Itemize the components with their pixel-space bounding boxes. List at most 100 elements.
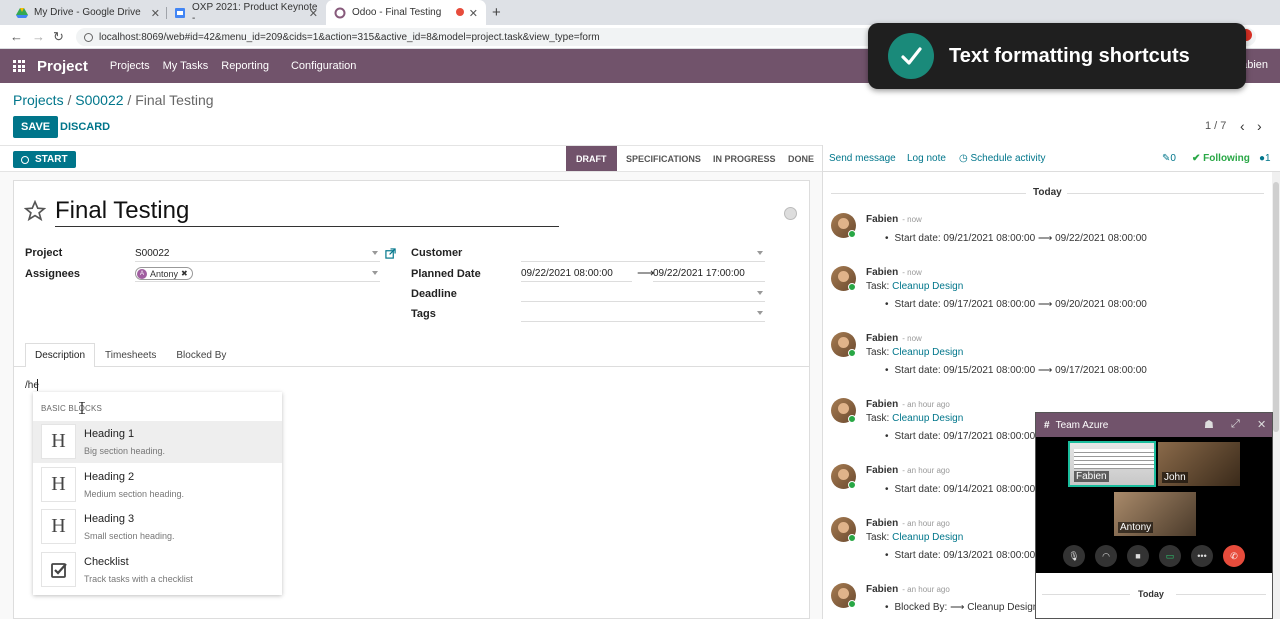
pager-value[interactable]: 1 / 7 [1205,120,1226,132]
project-field[interactable]: S00022 [135,246,380,262]
attachment-count: 0 [1170,153,1176,164]
browser-tab-slides[interactable]: OXP 2021: Product Keynote - ✕ [166,0,326,25]
menu-configuration[interactable]: Configuration [291,60,356,72]
menu-projects[interactable]: Projects [110,60,150,72]
powerbox-item-checklist[interactable]: Checklist Track tasks with a checklist [33,549,282,591]
message-author[interactable]: Fabien - now [866,214,922,225]
task-link[interactable]: Cleanup Design [892,413,963,424]
external-link-icon[interactable] [385,248,396,259]
attachments-button[interactable]: ✎0 [1162,153,1176,164]
stage-draft[interactable]: DRAFT [566,146,617,171]
item-description: Medium section heading. [84,489,185,499]
tab-description[interactable]: Description [25,343,96,367]
message-task: Task: Cleanup Design [866,347,964,358]
following-button[interactable]: ✔ Following [1192,153,1250,164]
schedule-activity-button[interactable]: ◷ Schedule activity [959,153,1046,164]
powerbox-item-heading-1[interactable]: H Heading 1 Big section heading. [33,421,282,463]
reload-icon[interactable]: ↻ [53,29,64,45]
date-label: Today [1033,187,1062,198]
stage-specifications[interactable]: SPECIFICATIONS [626,146,701,171]
deadline-field[interactable] [521,286,765,302]
powerbox-item-heading-2[interactable]: H Heading 2 Medium section heading. [33,464,282,506]
call-window: # Team Azure ☗ ⤢ ✕ Fabien John Antony 🎙 … [1035,412,1273,619]
message-author[interactable]: Fabien - an hour ago [866,584,950,595]
check-icon: ✔ [1192,153,1204,164]
close-icon[interactable]: ✕ [1257,418,1266,431]
stage-in-progress[interactable]: IN PROGRESS [713,146,776,171]
message-author[interactable]: Fabien - an hour ago [866,465,950,476]
tracking-change: Start date: 09/15/2021 08:00:00 ⟶ 09/17/… [885,365,1147,376]
menu-reporting[interactable]: Reporting [221,60,269,72]
start-timer-button[interactable]: START [13,151,76,168]
expand-icon[interactable]: ⤢ [1231,418,1240,431]
send-message-button[interactable]: Send message [829,153,896,164]
hang-up-icon[interactable]: ✆ [1223,545,1245,567]
online-status-icon [848,283,856,291]
breadcrumb-projects[interactable]: Projects [13,92,64,108]
microphone-icon[interactable]: 🎙 [1063,545,1085,567]
chevron-right-icon[interactable]: › [1257,118,1262,134]
chatter-scrollbar[interactable] [1272,172,1280,619]
message-author[interactable]: Fabien - an hour ago [866,399,950,410]
message-author[interactable]: Fabien - now [866,333,922,344]
task-link[interactable]: Cleanup Design [892,347,963,358]
label-tags: Tags [411,308,436,320]
tags-field[interactable] [521,306,765,322]
screen-share-icon[interactable]: ▭ [1159,545,1181,567]
star-icon[interactable] [24,200,46,222]
participants-icon[interactable]: ☗ [1204,418,1214,431]
check-icon [888,33,934,79]
tab-blocked-by[interactable]: Blocked By [166,343,236,367]
participant-name: John [1162,472,1188,483]
planned-start-field[interactable]: 09/22/2021 08:00:00 [521,266,632,282]
assignees-field[interactable]: A Antony ✖ [135,266,380,282]
task-link[interactable]: Cleanup Design [892,532,963,543]
task-link[interactable]: Cleanup Design [892,281,963,292]
camera-icon[interactable]: ■ [1127,545,1149,567]
call-header[interactable]: # Team Azure ☗ ⤢ ✕ [1036,413,1272,437]
app-name[interactable]: Project [37,58,88,75]
chevron-down-icon[interactable] [757,291,763,295]
video-tile-antony[interactable]: Antony [1114,492,1196,536]
task-title-field[interactable]: Final Testing [55,197,559,227]
chevron-left-icon[interactable]: ‹ [1240,118,1245,134]
apps-menu-icon[interactable] [13,60,25,72]
breadcrumb-project[interactable]: S00022 [75,92,123,108]
browser-tab-drive[interactable]: My Drive - Google Drive ✕ [8,0,168,25]
kanban-state-indicator[interactable] [784,207,797,220]
save-button[interactable]: SAVE [13,116,59,138]
remove-tag-icon[interactable]: ✖ [181,269,188,278]
close-icon[interactable]: ✕ [469,7,478,20]
participant-name: Antony [1118,522,1154,533]
powerbox-item-heading-3[interactable]: H Heading 3 Small section heading. [33,506,282,548]
video-tile-fabien[interactable]: Fabien [1068,441,1156,487]
tab-timesheets[interactable]: Timesheets [95,343,166,367]
video-tile-john[interactable]: John [1158,442,1240,486]
headset-icon[interactable]: ◠ [1095,545,1117,567]
checklist-icon [41,552,76,587]
message-author[interactable]: Fabien - an hour ago [866,518,950,529]
chevron-down-icon[interactable] [757,251,763,255]
followers-button[interactable]: ●1 [1259,153,1271,164]
online-status-icon [848,481,856,489]
customer-field[interactable] [521,246,765,262]
chevron-down-icon[interactable] [372,251,378,255]
menu-my-tasks[interactable]: My Tasks [163,60,209,72]
scrollbar-thumb[interactable] [1273,182,1279,432]
close-icon[interactable]: ✕ [309,7,318,20]
browser-tab-odoo[interactable]: Odoo - Final Testing ✕ [326,0,486,25]
more-options-icon[interactable]: ••• [1191,545,1213,567]
forward-icon[interactable]: → [32,29,45,44]
new-tab-icon[interactable]: + [492,4,501,21]
message-time: - now [902,215,922,224]
close-icon[interactable]: ✕ [151,7,160,20]
message-author[interactable]: Fabien - now [866,267,922,278]
planned-end-field[interactable]: 09/22/2021 17:00:00 [653,266,765,282]
back-icon[interactable]: ← [10,29,23,44]
log-note-button[interactable]: Log note [907,153,946,164]
chevron-down-icon[interactable] [372,271,378,275]
stage-done[interactable]: DONE [788,146,814,171]
discard-button[interactable]: DISCARD [60,116,110,138]
start-label: START [35,154,68,165]
chevron-down-icon[interactable] [757,311,763,315]
